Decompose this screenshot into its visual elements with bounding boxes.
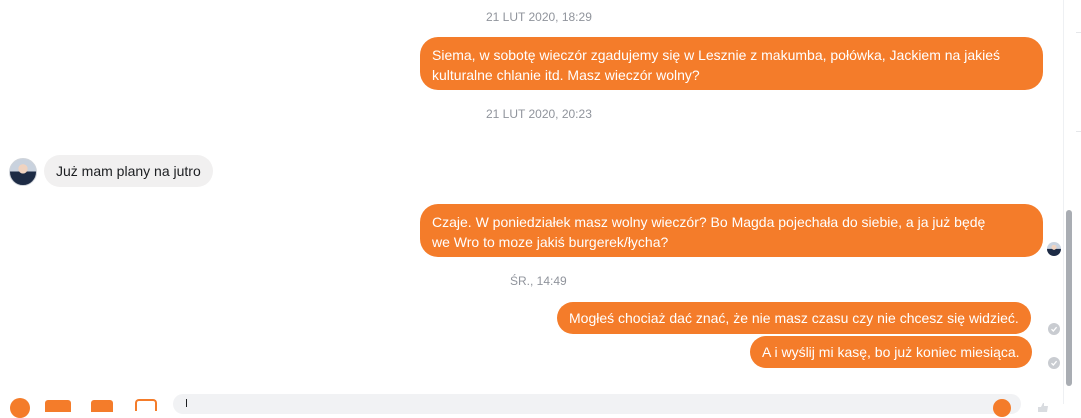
outgoing-message[interactable]: A i wyślij mi kasę, bo już koniec miesią… xyxy=(750,336,1032,368)
emoji-icon[interactable] xyxy=(993,399,1011,417)
message-input[interactable] xyxy=(173,394,1021,414)
more-actions-icon[interactable] xyxy=(10,398,30,418)
like-icon[interactable] xyxy=(1036,399,1050,412)
timestamp: ŚR., 14:49 xyxy=(510,274,567,288)
message-line: kulturalne chlanie itd. Masz wieczór wol… xyxy=(432,67,700,83)
outgoing-message[interactable]: Mogłeś chociaż dać znać, że nie masz cza… xyxy=(557,302,1031,334)
message-line: we Wro to moze jakiś burgerek/łycha? xyxy=(432,234,669,250)
message-line: Czaje. W poniedziałek masz wolny wieczór… xyxy=(432,214,986,230)
incoming-message[interactable]: Już mam plany na jutro xyxy=(44,155,213,187)
read-receipt-avatar xyxy=(1047,242,1061,256)
outgoing-message[interactable]: Czaje. W poniedziałek masz wolny wieczór… xyxy=(420,204,1043,257)
sent-check-icon xyxy=(1048,357,1060,369)
attachment-icon[interactable] xyxy=(45,400,71,412)
message-line: Siema, w sobotę wieczór zgadujemy się w … xyxy=(432,47,1001,63)
sent-check-icon xyxy=(1048,323,1060,335)
scrollbar-thumb[interactable] xyxy=(1066,210,1072,386)
text-cursor xyxy=(186,399,187,407)
timestamp: 21 LUT 2020, 20:23 xyxy=(486,107,592,121)
timestamp: 21 LUT 2020, 18:29 xyxy=(486,10,592,24)
divider xyxy=(1076,131,1081,132)
outgoing-message[interactable]: Siema, w sobotę wieczór zgadujemy się w … xyxy=(420,37,1043,90)
chat-thread: 21 LUT 2020, 18:29 Siema, w sobotę wiecz… xyxy=(0,0,1063,404)
sticker-icon[interactable] xyxy=(135,399,157,411)
gif-icon[interactable] xyxy=(91,400,113,412)
contact-avatar[interactable] xyxy=(9,158,37,186)
divider xyxy=(1076,32,1081,33)
